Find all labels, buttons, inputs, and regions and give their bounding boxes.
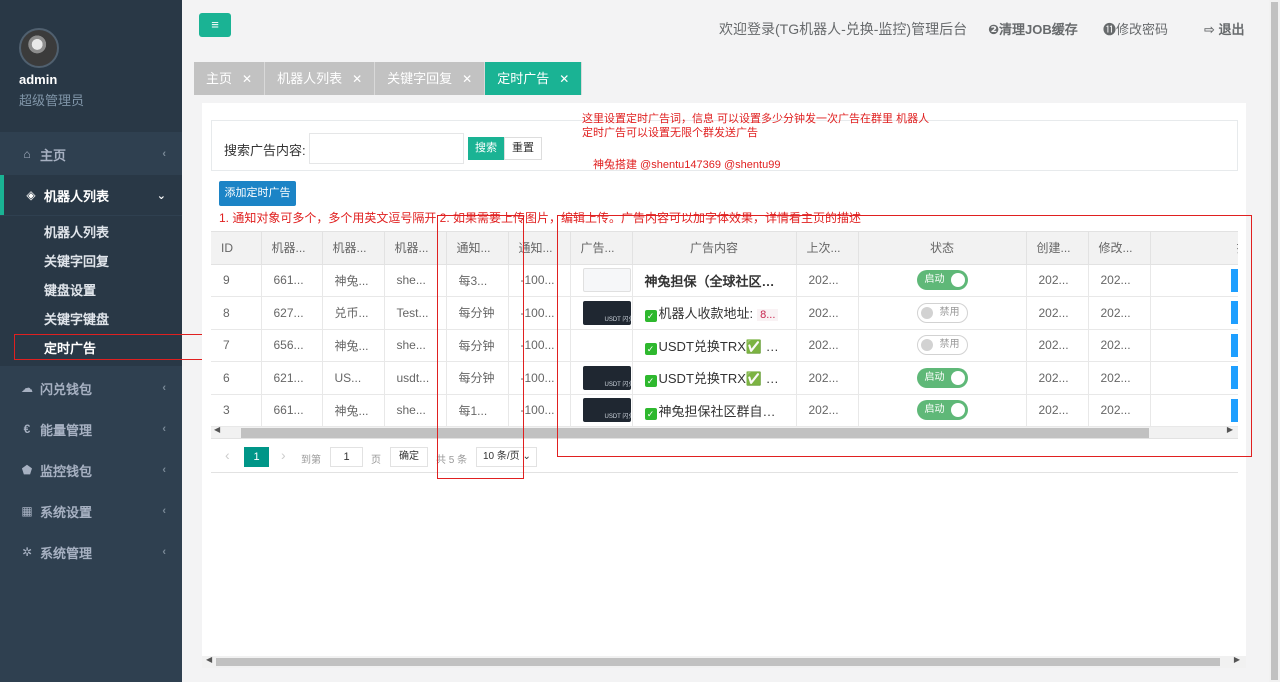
annotation-box-notify-columns xyxy=(437,215,524,479)
tab-bar: 主页 ✕ 机器人列表 ✕ 关键字回复 ✕ 定时广告 ✕ xyxy=(194,62,583,95)
cell-id: 7 xyxy=(211,329,262,362)
scroll-left-icon[interactable]: ◀ xyxy=(214,425,220,434)
goto-page-input[interactable]: 1 xyxy=(330,447,363,467)
cell-robot-id: 656... xyxy=(261,329,323,362)
sidebar-item-label: 系统设置 xyxy=(40,504,93,520)
grid-icon: ▦ xyxy=(21,504,33,518)
profile-panel: admin 超级管理员 xyxy=(0,0,182,132)
cell-robot-name: US... xyxy=(322,361,385,395)
tab-label: 机器人列表 xyxy=(277,71,343,86)
reset-button[interactable]: 重置 xyxy=(504,137,542,160)
tab-robot-list[interactable]: 机器人列表 ✕ xyxy=(265,62,376,95)
close-icon[interactable]: ✕ xyxy=(242,72,252,86)
cell-robot-id: 661... xyxy=(261,394,323,427)
sidebar-item-system-settings[interactable]: ▦ 系统设置 ‹ xyxy=(0,491,182,531)
cog-icon: ✲ xyxy=(21,545,33,559)
chevron-left-icon: ‹ xyxy=(162,546,166,558)
menu-toggle-button[interactable]: ≡ xyxy=(199,13,231,37)
sidebar-item-home[interactable]: ⌂ 主页 ‹ xyxy=(0,134,182,174)
cell-id: 9 xyxy=(211,264,262,297)
cell-robot-name: 兑币... xyxy=(322,296,385,330)
page-vertical-scrollbar[interactable] xyxy=(1269,0,1280,682)
annotation-box-content-columns xyxy=(557,215,1252,457)
euro-icon: € xyxy=(23,422,31,436)
chevron-down-icon: ⌄ xyxy=(156,189,166,202)
annotation-note-2: 定时广告可以设置无限个群发送广告 xyxy=(582,127,758,139)
column-header[interactable]: 机器... xyxy=(261,232,323,265)
sidebar-item-label: 能量管理 xyxy=(40,422,93,438)
chevron-left-icon: ‹ xyxy=(162,148,166,160)
sidebar-item-system-admin[interactable]: ✲ 系统管理 ‹ xyxy=(0,532,182,572)
goto-confirm-button[interactable]: 确定 xyxy=(390,447,428,467)
cell-id: 3 xyxy=(211,394,262,427)
clear-job-cache-link[interactable]: ❷清理JOB缓存 xyxy=(988,19,1078,38)
cell-robot-id: 627... xyxy=(261,296,323,330)
search-label: 搜索广告内容: xyxy=(224,143,306,158)
page-unit: 页 xyxy=(371,455,381,466)
search-button[interactable]: 搜索 xyxy=(468,137,504,160)
cell-id: 8 xyxy=(211,296,262,330)
sidebar-item-robot-list[interactable]: ◈ 机器人列表 ⌄ xyxy=(0,175,182,215)
sidebar-item-energy[interactable]: € 能量管理 ‹ xyxy=(0,409,182,449)
tab-label: 关键字回复 xyxy=(387,71,453,86)
annotation-box-sidebar xyxy=(14,334,216,360)
chevron-left-icon: ‹ xyxy=(162,505,166,517)
close-icon[interactable]: ✕ xyxy=(462,72,472,86)
sidebar-item-label: 闪兑钱包 xyxy=(40,381,93,397)
home-icon: ⌂ xyxy=(23,147,31,161)
cell-robot-id: 661... xyxy=(261,264,323,297)
cell-robot-name: 神兔... xyxy=(322,329,385,362)
chevron-left-icon: ‹ xyxy=(162,464,166,476)
goto-label: 到第 xyxy=(301,455,321,466)
submenu-robot-list[interactable]: 机器人列表 xyxy=(44,222,109,241)
tab-label: 主页 xyxy=(206,71,233,86)
top-bar: ≡ 欢迎登录(TG机器人-兑换-监控)管理后台 ❷清理JOB缓存 ⓫修改密码 ⇨… xyxy=(182,0,1269,56)
scroll-left-icon[interactable]: ◀ xyxy=(206,655,212,664)
prev-page-button[interactable]: ‹ xyxy=(225,447,230,463)
cell-id: 6 xyxy=(211,361,262,395)
add-scheduled-ad-button[interactable]: 添加定时广告 xyxy=(219,181,296,206)
tab-home[interactable]: 主页 ✕ xyxy=(194,62,266,95)
username[interactable]: admin xyxy=(19,72,57,87)
tab-keyword-reply[interactable]: 关键字回复 ✕ xyxy=(375,62,486,95)
tab-label: 定时广告 xyxy=(497,71,550,86)
submenu-keyword-reply[interactable]: 关键字回复 xyxy=(44,251,109,270)
column-header[interactable]: ID xyxy=(211,232,262,265)
next-page-button[interactable]: › xyxy=(281,447,286,463)
current-page[interactable]: 1 xyxy=(244,447,269,467)
scrollbar-thumb[interactable] xyxy=(216,658,1220,666)
chevron-left-icon: ‹ xyxy=(162,423,166,435)
close-icon[interactable]: ✕ xyxy=(559,72,569,86)
search-input[interactable] xyxy=(309,133,464,164)
content-horizontal-scrollbar[interactable]: ◀ ▶ xyxy=(202,655,1246,668)
sidebar-item-label: 机器人列表 xyxy=(44,188,110,204)
sidebar-item-label: 主页 xyxy=(40,147,67,163)
change-password-link[interactable]: ⓫修改密码 xyxy=(1103,19,1168,38)
scrollbar-thumb[interactable] xyxy=(1271,2,1278,680)
cell-robot-name: 神兔... xyxy=(322,394,385,427)
annotation-note-3: 神兔搭建 @shentu147369 @shentu99 xyxy=(593,159,781,171)
avatar[interactable] xyxy=(19,28,59,68)
column-header[interactable]: 机器... xyxy=(322,232,385,265)
sidebar-item-label: 系统管理 xyxy=(40,545,93,561)
tab-scheduled-ads[interactable]: 定时广告 ✕ xyxy=(485,62,583,95)
cell-robot-name: 神兔... xyxy=(322,264,385,297)
user-role: 超级管理员 xyxy=(19,93,85,108)
sidebar-item-label: 监控钱包 xyxy=(40,463,93,479)
shield-icon: ⬟ xyxy=(21,463,33,477)
sidebar-item-flash-wallet[interactable]: ☁ 闪兑钱包 ‹ xyxy=(0,368,182,408)
logout-link[interactable]: ⇨ 退出 xyxy=(1204,19,1245,38)
diamond-icon: ◈ xyxy=(26,188,36,202)
scroll-right-icon[interactable]: ▶ xyxy=(1234,655,1240,664)
welcome-text: 欢迎登录(TG机器人-兑换-监控)管理后台 xyxy=(719,21,968,37)
chevron-left-icon: ‹ xyxy=(162,382,166,394)
cell-robot-id: 621... xyxy=(261,361,323,395)
close-icon[interactable]: ✕ xyxy=(352,72,362,86)
sidebar-item-monitor-wallet[interactable]: ⬟ 监控钱包 ‹ xyxy=(0,450,182,490)
submenu-keyboard-settings[interactable]: 键盘设置 xyxy=(44,280,96,299)
cloud-icon: ☁ xyxy=(21,381,33,395)
submenu-keyword-keyboard[interactable]: 关键字键盘 xyxy=(44,309,109,328)
